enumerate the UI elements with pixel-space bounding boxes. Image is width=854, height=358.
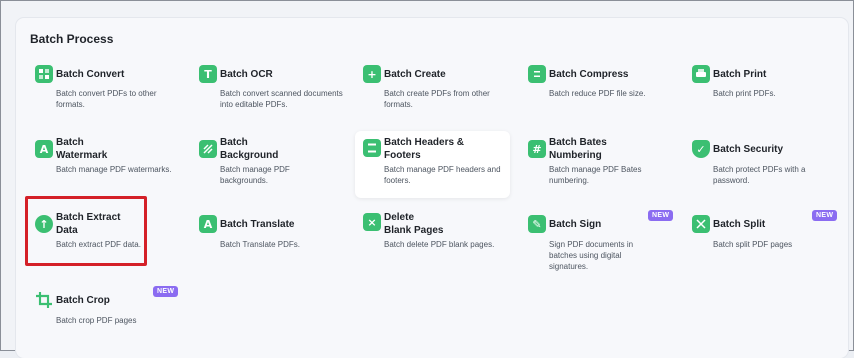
tool-batch-headers-footers[interactable]: Batch Headers & Footers Batch manage PDF… [355,131,510,198]
new-badge: NEW [812,210,838,221]
tool-batch-watermark[interactable]: A Batch Watermark Batch manage PDF water… [31,136,181,198]
tool-desc: Batch convert scanned documents into edi… [220,89,343,109]
tool-batch-compress[interactable]: Batch Compress Batch reduce PDF file siz… [524,65,674,127]
crop-icon [35,291,53,309]
tool-name: Batch Translate [220,219,295,230]
tool-batch-split[interactable]: Batch Split Batch split PDF pages NEW [688,210,838,273]
tool-desc: Batch convert PDFs to other formats. [56,89,157,109]
tool-desc: Batch print PDFs. [713,89,776,98]
background-icon [199,140,217,158]
ocr-icon: T [199,65,217,83]
create-icon: + [363,65,381,83]
tool-name: Batch Background [220,137,279,161]
tool-name: Batch Compress [549,69,629,80]
tool-desc: Batch reduce PDF file size. [549,89,646,98]
tool-desc: Batch split PDF pages [713,240,793,249]
tool-batch-print[interactable]: Batch Print Batch print PDFs. [688,65,838,127]
compress-icon [528,65,546,83]
tool-name: Batch Convert [56,69,125,80]
tool-desc: Batch manage PDF watermarks. [56,165,172,174]
tool-batch-background[interactable]: Batch Background Batch manage PDF backgr… [195,136,345,198]
convert-icon [35,65,53,83]
tool-name: Batch Headers & Footers [384,137,465,161]
tool-desc: Batch manage PDF backgrounds. [220,165,290,185]
tool-name: Batch Security [713,144,784,155]
tool-desc: Batch manage PDF Bates numbering. [549,165,642,185]
watermark-icon: A [35,140,53,158]
new-badge: NEW [153,286,179,297]
tool-batch-convert[interactable]: Batch Convert Batch convert PDFs to othe… [31,65,181,127]
tool-name: Batch Bates Numbering [549,137,607,161]
security-icon: ✓ [692,140,710,158]
delete-blank-icon: × [363,213,381,231]
sign-icon: ✎ [528,215,546,233]
tool-desc: Sign PDF documents in batches using digi… [549,240,634,271]
tool-name: Batch Watermark [56,137,108,161]
highlight-box [25,196,147,266]
tool-desc: Batch create PDFs from other formats. [384,89,490,109]
section-title: Batch Process [30,32,114,46]
tool-desc: Batch protect PDFs with a password. [713,165,806,185]
print-icon [692,65,710,83]
translate-icon: A [199,215,217,233]
tool-desc: Batch crop PDF pages [56,316,137,325]
tool-name: Delete Blank Pages [384,212,444,236]
new-badge: NEW [648,210,674,221]
tool-batch-bates-numbering[interactable]: # Batch Bates Numbering Batch manage PDF… [524,136,674,198]
tool-delete-blank-pages[interactable]: × Delete Blank Pages Batch delete PDF bl… [359,211,509,273]
tool-batch-translate[interactable]: A Batch Translate Batch Translate PDFs. [195,211,345,273]
tool-batch-create[interactable]: + Batch Create Batch create PDFs from ot… [359,65,509,127]
tool-batch-security[interactable]: ✓ Batch Security Batch protect PDFs with… [688,136,838,198]
tool-name: Batch Print [713,69,767,80]
tool-desc: Batch Translate PDFs. [220,240,301,249]
tool-name: Batch OCR [220,69,273,80]
bates-icon: # [528,140,546,158]
tool-name: Batch Create [384,69,446,80]
tool-desc: Batch delete PDF blank pages. [384,240,495,249]
split-icon [692,215,710,233]
tool-desc: Batch manage PDF headers and footers. [384,165,501,185]
tool-batch-ocr[interactable]: T Batch OCR Batch convert scanned docume… [195,65,345,127]
headers-footers-icon [363,139,381,157]
tool-batch-crop[interactable]: Batch Crop Batch crop PDF pages NEW [31,286,181,353]
tool-batch-sign[interactable]: ✎ Batch Sign Sign PDF documents in batch… [524,210,674,273]
